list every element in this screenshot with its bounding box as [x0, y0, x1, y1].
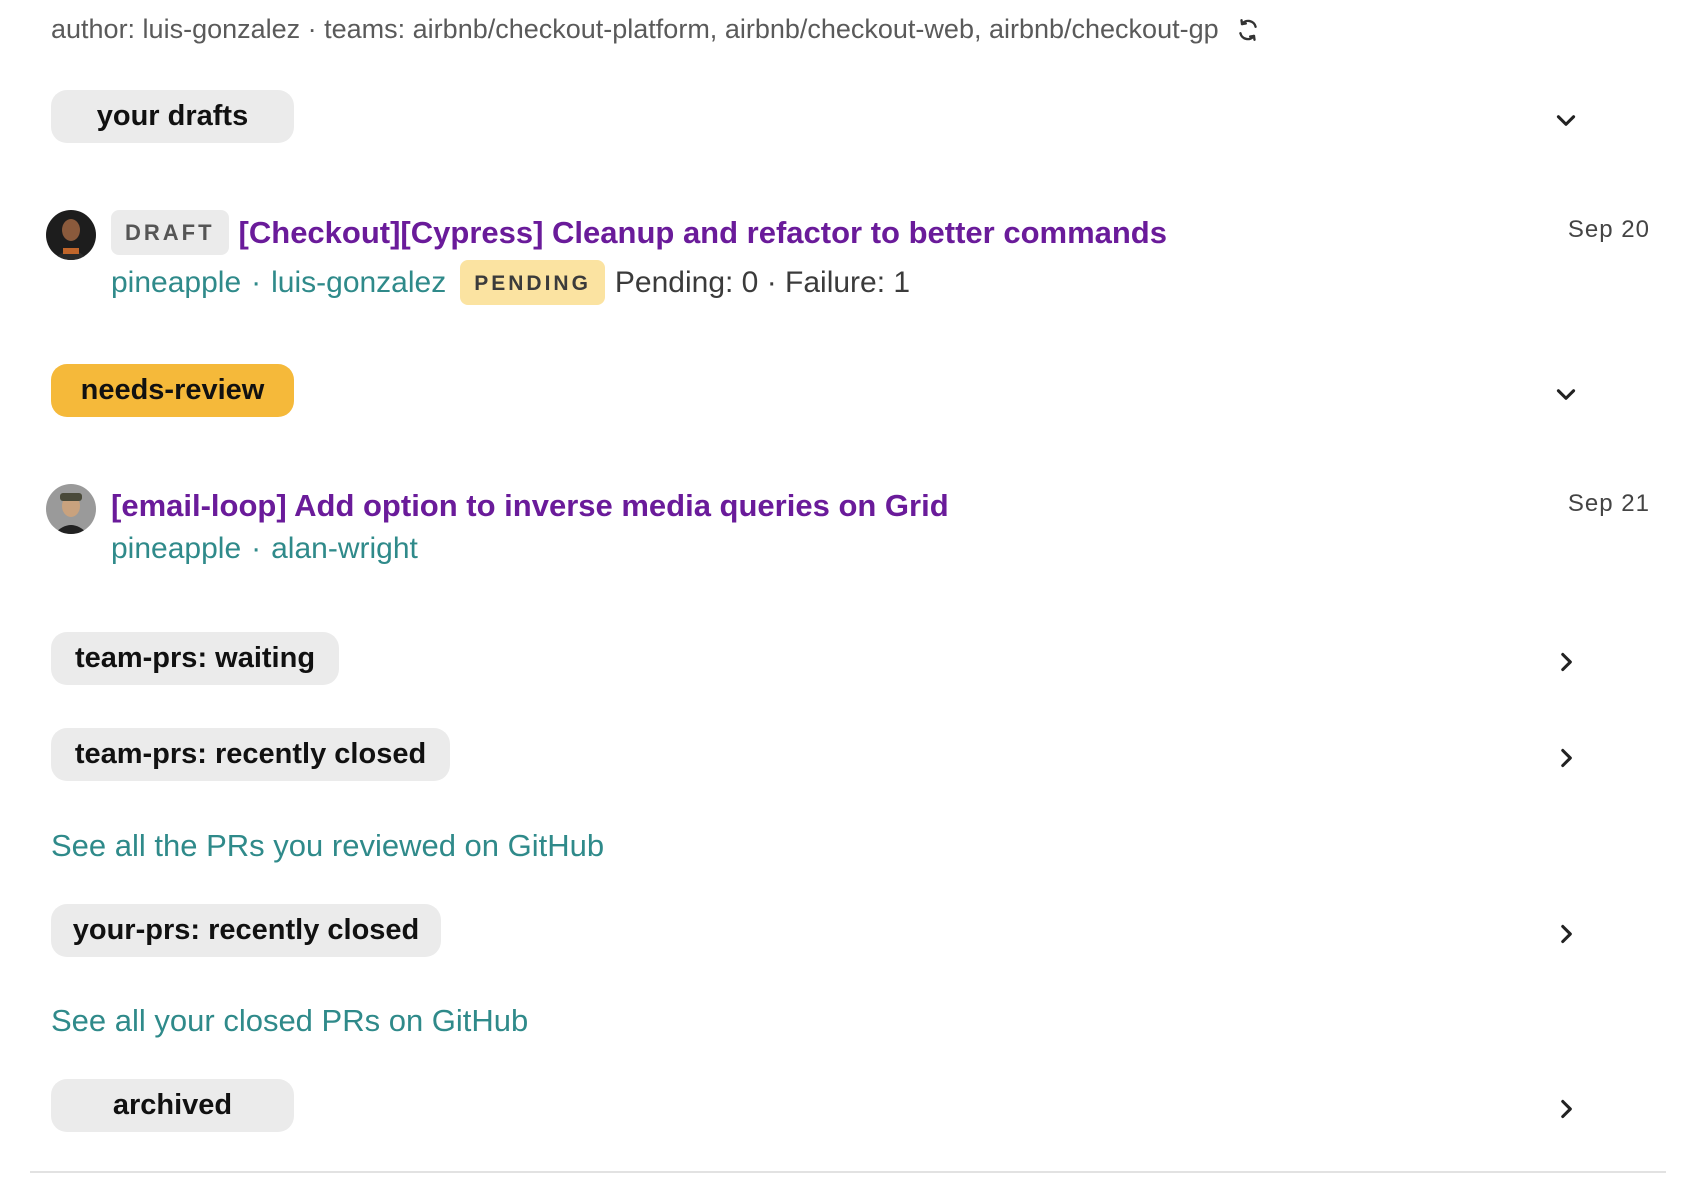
section-label: team-prs: waiting: [74, 642, 316, 674]
check-status-text: Pending: 0 · Failure: 1: [614, 265, 911, 299]
author-teams-text: author: luis-gonzalez · teams: airbnb/ch…: [51, 14, 1219, 44]
refresh-icon[interactable]: [1235, 17, 1261, 43]
repo-link[interactable]: pineapple: [111, 532, 241, 566]
section-your-drafts[interactable]: your drafts: [51, 90, 294, 143]
pr-title-link[interactable]: [email-loop] Add option to inverse media…: [111, 488, 949, 524]
bottom-divider: [30, 1171, 1666, 1173]
pr-row-needs-review: [email-loop] Add option to inverse media…: [46, 484, 1658, 584]
section-label: team-prs: recently closed: [74, 738, 427, 770]
pr-row-draft: DRAFT [Checkout][Cypress] Cleanup and re…: [46, 210, 1658, 310]
section-archived[interactable]: archived: [51, 1079, 294, 1132]
separator: ·: [251, 265, 262, 299]
draft-badge: DRAFT: [111, 210, 229, 255]
section-label: archived: [112, 1089, 233, 1121]
status-badge: PENDING: [460, 260, 605, 305]
chevron-right-icon[interactable]: [1552, 1095, 1580, 1123]
chevron-right-icon[interactable]: [1552, 744, 1580, 772]
chevron-down-icon[interactable]: [1552, 380, 1580, 408]
author-teams-line: author: luis-gonzalez · teams: airbnb/ch…: [51, 14, 1261, 45]
avatar: [46, 484, 96, 534]
section-team-prs-recently-closed[interactable]: team-prs: recently closed: [51, 728, 450, 781]
chevron-right-icon[interactable]: [1552, 648, 1580, 676]
pr-meta: pineapple · luis-gonzalez PENDING Pendin…: [111, 260, 910, 305]
author-link[interactable]: luis-gonzalez: [271, 266, 446, 300]
closed-prs-github-link[interactable]: See all your closed PRs on GitHub: [51, 1003, 528, 1039]
section-label: your drafts: [96, 100, 249, 132]
chevron-down-icon[interactable]: [1552, 106, 1580, 134]
section-your-prs-recently-closed[interactable]: your-prs: recently closed: [51, 904, 441, 957]
pr-title-line: [email-loop] Add option to inverse media…: [111, 488, 949, 524]
pr-title-line: DRAFT [Checkout][Cypress] Cleanup and re…: [111, 210, 1167, 255]
separator: ·: [251, 532, 262, 565]
pr-meta: pineapple · alan-wright: [111, 532, 418, 566]
section-label: your-prs: recently closed: [72, 914, 420, 946]
avatar: [46, 210, 96, 260]
section-needs-review[interactable]: needs-review: [51, 364, 294, 417]
reviewed-prs-github-link[interactable]: See all the PRs you reviewed on GitHub: [51, 828, 604, 864]
pr-date: Sep 20: [1567, 216, 1650, 243]
chevron-right-icon[interactable]: [1552, 920, 1580, 948]
section-label: needs-review: [80, 374, 265, 406]
pr-title-link[interactable]: [Checkout][Cypress] Cleanup and refactor…: [239, 215, 1167, 251]
section-team-prs-waiting[interactable]: team-prs: waiting: [51, 632, 339, 685]
repo-link[interactable]: pineapple: [111, 266, 241, 300]
author-link[interactable]: alan-wright: [271, 532, 418, 566]
pr-date: Sep 21: [1567, 490, 1650, 517]
